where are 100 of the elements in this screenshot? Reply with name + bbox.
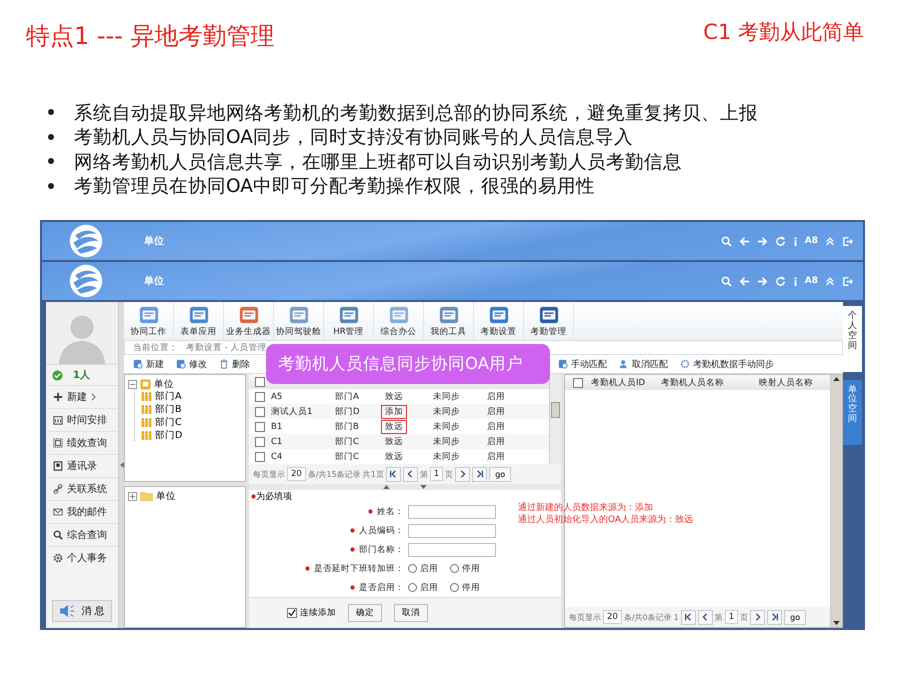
refresh-icon[interactable] bbox=[774, 236, 786, 246]
swirl-logo-icon bbox=[68, 263, 104, 299]
space-tab[interactable]: 单位空间 bbox=[843, 380, 862, 446]
go-button[interactable]: go bbox=[489, 466, 512, 482]
document-icon bbox=[133, 359, 143, 369]
column-header: 映射人员名称 bbox=[759, 376, 814, 388]
field-label: 部门名称： bbox=[359, 544, 404, 556]
checkbox[interactable] bbox=[255, 392, 265, 402]
refresh-icon[interactable] bbox=[774, 276, 786, 286]
sidebar-item[interactable]: 我的邮件 bbox=[46, 500, 118, 523]
calendar-icon bbox=[53, 415, 63, 425]
up-arrow-icon[interactable] bbox=[833, 377, 840, 381]
toolbar-button[interactable]: 表单应用 bbox=[174, 302, 224, 340]
column-header: 考勤机人员名称 bbox=[661, 376, 725, 388]
first-page-button[interactable] bbox=[386, 466, 401, 482]
field-label: 是否启用： bbox=[359, 582, 404, 594]
next-page-button[interactable] bbox=[455, 466, 470, 482]
info-icon[interactable] bbox=[792, 276, 798, 286]
toolbar-button[interactable]: 业务生成器 bbox=[224, 302, 274, 340]
toolbar-action-button[interactable]: 修改 bbox=[173, 358, 210, 370]
sidebar-item[interactable]: 绩效查询 bbox=[46, 431, 118, 454]
sidebar-item[interactable]: 新建 bbox=[46, 385, 118, 408]
form-button[interactable]: 取消 bbox=[394, 604, 428, 622]
toolbar-button[interactable]: 协同驾驶舱 bbox=[274, 302, 324, 340]
checkbox[interactable] bbox=[287, 608, 297, 618]
radio-option[interactable]: 停用 bbox=[450, 562, 480, 574]
search-icon bbox=[53, 530, 63, 540]
checkbox[interactable] bbox=[255, 422, 265, 432]
checkbox[interactable] bbox=[573, 378, 583, 388]
checkbox[interactable] bbox=[255, 406, 265, 416]
bullet-icon bbox=[48, 158, 54, 164]
last-page-button[interactable] bbox=[472, 466, 488, 482]
checkbox[interactable] bbox=[255, 376, 265, 386]
toolbar-button[interactable]: 我的工具 bbox=[424, 302, 474, 340]
toolbar-action-button[interactable]: 考勤机数据手动同步 bbox=[677, 358, 777, 370]
input-field[interactable] bbox=[408, 524, 496, 538]
go-button[interactable]: go bbox=[784, 610, 806, 624]
back-arrow-icon[interactable] bbox=[738, 236, 750, 246]
tree-node[interactable]: 单位 bbox=[128, 378, 174, 390]
toolbar-button[interactable]: 考勤设置 bbox=[474, 302, 524, 340]
tree-node[interactable]: 部门C bbox=[141, 416, 182, 428]
toolbar-action-button[interactable]: 取消匹配 bbox=[616, 358, 671, 370]
next-page-button[interactable] bbox=[750, 610, 766, 624]
page-number-field[interactable]: 1 bbox=[430, 467, 444, 481]
down-arrow-icon[interactable] bbox=[833, 621, 840, 625]
page-size-field[interactable]: 20 bbox=[603, 610, 622, 624]
sidebar-item[interactable]: 通讯录 bbox=[46, 454, 118, 477]
page-number-field[interactable]: 1 bbox=[724, 610, 738, 624]
app-icon bbox=[138, 304, 158, 324]
field-label: 姓名： bbox=[377, 506, 404, 518]
tree-node[interactable]: 部门D bbox=[141, 429, 182, 441]
toolbar-button[interactable]: 综合办公 bbox=[374, 302, 424, 340]
checkbox[interactable] bbox=[255, 436, 265, 446]
checkbox[interactable] bbox=[255, 452, 265, 462]
pager-label: 第 bbox=[714, 612, 723, 622]
double-chevron-up-icon[interactable] bbox=[825, 236, 835, 246]
input-field[interactable] bbox=[408, 542, 496, 556]
collapse-icon[interactable] bbox=[128, 380, 137, 388]
previous-page-button[interactable] bbox=[402, 466, 418, 482]
first-page-button[interactable] bbox=[680, 610, 696, 624]
radio-option[interactable]: 启用 bbox=[408, 562, 438, 574]
up-arrow-icon[interactable] bbox=[383, 485, 390, 489]
form-button[interactable]: 确定 bbox=[348, 604, 382, 622]
radio-option[interactable]: 停用 bbox=[450, 582, 480, 594]
scrollbar[interactable] bbox=[549, 374, 561, 464]
toolbar-action-button[interactable]: 删除 bbox=[216, 358, 253, 370]
sidebar-item[interactable]: 关联系统 bbox=[46, 477, 118, 500]
tree-node[interactable]: 部门A bbox=[141, 390, 182, 402]
toolbar-action-button[interactable]: 手动匹配 bbox=[555, 358, 610, 370]
toolbar-button[interactable]: 协同工作 bbox=[124, 302, 174, 340]
page-size-field[interactable]: 20 bbox=[287, 467, 306, 481]
double-chevron-up-icon[interactable] bbox=[825, 276, 835, 286]
last-page-button[interactable] bbox=[767, 610, 782, 624]
sidebar-item[interactable]: 综合查询 bbox=[46, 523, 118, 546]
radio-option[interactable]: 启用 bbox=[408, 582, 438, 594]
app-icon bbox=[488, 304, 508, 324]
back-arrow-icon[interactable] bbox=[738, 276, 750, 286]
toolbar-action-button[interactable]: 新建 bbox=[130, 358, 167, 370]
forward-arrow-icon[interactable] bbox=[756, 276, 768, 286]
input-field[interactable] bbox=[408, 504, 496, 518]
previous-page-button[interactable] bbox=[698, 610, 713, 624]
scrollbar[interactable] bbox=[830, 375, 842, 627]
message-button[interactable]: 消 息 bbox=[52, 600, 112, 622]
space-tab[interactable]: 个人空间 bbox=[843, 306, 862, 372]
logout-icon[interactable] bbox=[842, 276, 853, 286]
sidebar-item[interactable]: 个人事务 bbox=[46, 546, 118, 569]
forward-arrow-icon[interactable] bbox=[756, 236, 768, 246]
expand-icon[interactable] bbox=[128, 492, 137, 500]
search-icon[interactable] bbox=[720, 236, 732, 246]
sidebar-item[interactable]: 时间安排 bbox=[46, 408, 118, 431]
logout-icon[interactable] bbox=[842, 236, 853, 246]
slide-tagline: C1 考勤从此简单 bbox=[703, 19, 864, 46]
tree-node[interactable]: 部门B bbox=[141, 403, 182, 415]
tree-node[interactable]: 单位 bbox=[128, 490, 176, 502]
search-icon[interactable] bbox=[720, 276, 732, 286]
down-arrow-icon[interactable] bbox=[420, 485, 427, 489]
toolbar-button[interactable]: HR管理 bbox=[324, 302, 374, 340]
online-status-icon[interactable] bbox=[52, 370, 63, 380]
info-icon[interactable] bbox=[792, 236, 798, 246]
toolbar-button[interactable]: 考勤管理 bbox=[524, 302, 574, 340]
